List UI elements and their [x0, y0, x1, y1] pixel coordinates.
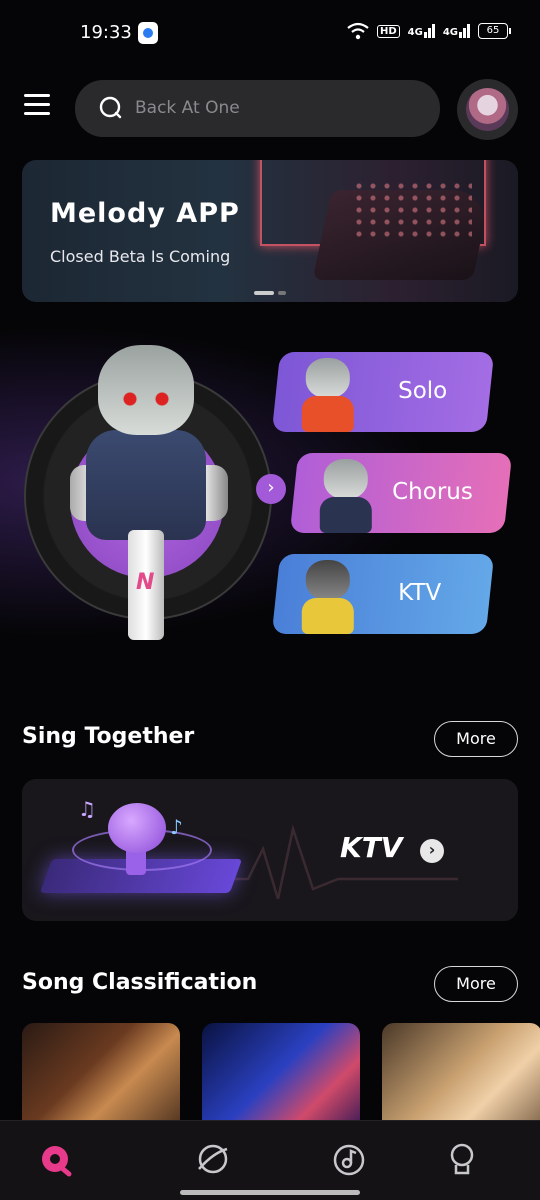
sing-together-more-button[interactable]: More — [434, 721, 518, 757]
ktv-card[interactable]: ♫ ♪ KTV › — [22, 779, 518, 921]
banner-subtitle: Closed Beta Is Coming — [50, 247, 231, 266]
planet-icon[interactable] — [193, 1139, 233, 1179]
song-classification-more-button[interactable]: More — [434, 966, 518, 1002]
mascot-body — [86, 430, 206, 540]
avatar-button[interactable] — [457, 79, 518, 140]
music-note-icon: ♫ — [78, 797, 96, 821]
status-bar: 19:33 HD 4G 4G 65 — [0, 0, 540, 66]
song-classification-title: Song Classification — [22, 970, 258, 995]
network-type-2: 4G — [442, 27, 458, 38]
search-bar[interactable] — [75, 80, 440, 137]
wifi-icon — [347, 22, 369, 40]
status-indicators: HD 4G 4G 65 — [347, 22, 511, 40]
mode-ktv-button[interactable]: KTV — [271, 554, 495, 634]
home-icon[interactable] — [37, 1139, 77, 1179]
avatar — [466, 88, 509, 131]
ktv-character-icon — [296, 558, 360, 634]
mode-chorus-label: Chorus — [392, 479, 473, 505]
mascot-head — [98, 345, 194, 435]
ktv-card-label: KTV — [340, 831, 403, 864]
solo-character-icon — [296, 356, 360, 432]
bottom-navigation — [0, 1120, 540, 1200]
petals-decor — [352, 180, 472, 240]
mascot-eyes — [120, 392, 172, 406]
mascot-microphone — [128, 530, 164, 640]
microphone-icon — [108, 803, 166, 853]
network-type: 4G — [407, 27, 423, 38]
banner-pagination — [254, 291, 286, 295]
profile-icon[interactable] — [442, 1139, 482, 1179]
app-notification-icon — [138, 22, 158, 44]
signal-icon-2: 4G — [443, 24, 470, 38]
promo-banner[interactable]: Melody APP Closed Beta Is Coming — [22, 160, 518, 302]
music-note-icon-2: ♪ — [170, 815, 183, 839]
mode-chorus-button[interactable]: Chorus — [289, 453, 513, 533]
chevron-right-icon[interactable]: › — [256, 474, 286, 504]
search-icon — [99, 96, 122, 119]
gesture-bar — [180, 1190, 360, 1195]
sing-together-title: Sing Together — [22, 724, 195, 749]
chevron-right-icon-ktv[interactable]: › — [420, 839, 444, 863]
hd-badge: HD — [376, 24, 400, 38]
status-time: 19:33 — [80, 22, 132, 43]
mode-solo-label: Solo — [398, 378, 448, 404]
mode-ktv-label: KTV — [398, 580, 442, 606]
sound-wave-decor — [218, 824, 458, 899]
music-disc-icon[interactable] — [329, 1139, 369, 1179]
signal-icon: 4G — [408, 24, 435, 38]
mode-solo-button[interactable]: Solo — [271, 352, 495, 432]
hamburger-icon[interactable] — [24, 94, 56, 122]
chorus-character-icon — [314, 457, 378, 533]
search-input[interactable] — [135, 88, 425, 128]
battery-icon: 65 — [478, 23, 511, 39]
banner-title: Melody APP — [50, 198, 240, 229]
